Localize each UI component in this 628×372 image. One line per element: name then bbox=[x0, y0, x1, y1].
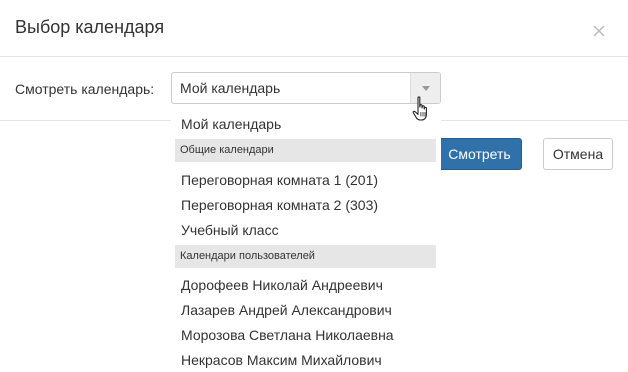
dialog-header: Выбор календаря bbox=[0, 0, 628, 57]
dropdown-item-my-calendar[interactable]: Мой календарь bbox=[181, 116, 281, 132]
calendar-select-value: Мой календарь bbox=[180, 80, 281, 96]
dropdown-item[interactable]: Учебный класс bbox=[181, 222, 279, 238]
dropdown-item[interactable]: Дорофеев Николай Андреевич bbox=[181, 277, 383, 293]
cancel-button[interactable]: Отмена bbox=[543, 138, 613, 170]
dialog-title: Выбор календаря bbox=[15, 17, 165, 37]
calendar-dropdown-list: Мой календарь Общие календари Переговорн… bbox=[171, 110, 441, 372]
hand-cursor-icon bbox=[412, 96, 432, 122]
dropdown-group-header: Календари пользователей bbox=[175, 245, 436, 268]
dropdown-item[interactable]: Переговорная комната 1 (201) bbox=[181, 172, 378, 188]
chevron-down-icon bbox=[422, 86, 430, 91]
dropdown-group-label: Общие календари bbox=[180, 144, 274, 156]
close-icon[interactable] bbox=[592, 24, 608, 40]
calendar-label: Смотреть календарь: bbox=[15, 81, 155, 97]
dropdown-group-header: Общие календари bbox=[175, 139, 436, 162]
dropdown-item[interactable]: Лазарев Андрей Александрович bbox=[181, 302, 392, 318]
dropdown-item[interactable]: Переговорная комната 2 (303) bbox=[181, 197, 378, 213]
dropdown-item[interactable]: Некрасов Максим Михайлович bbox=[181, 352, 382, 368]
dropdown-group-label: Календари пользователей bbox=[180, 250, 315, 262]
calendar-select[interactable]: Мой календарь bbox=[171, 72, 441, 104]
view-button[interactable]: Смотреть bbox=[437, 138, 522, 170]
calendar-select-dialog: Выбор календаря Смотреть календарь: Мой … bbox=[0, 0, 628, 372]
dropdown-item[interactable]: Морозова Светлана Николаевна bbox=[181, 327, 394, 343]
